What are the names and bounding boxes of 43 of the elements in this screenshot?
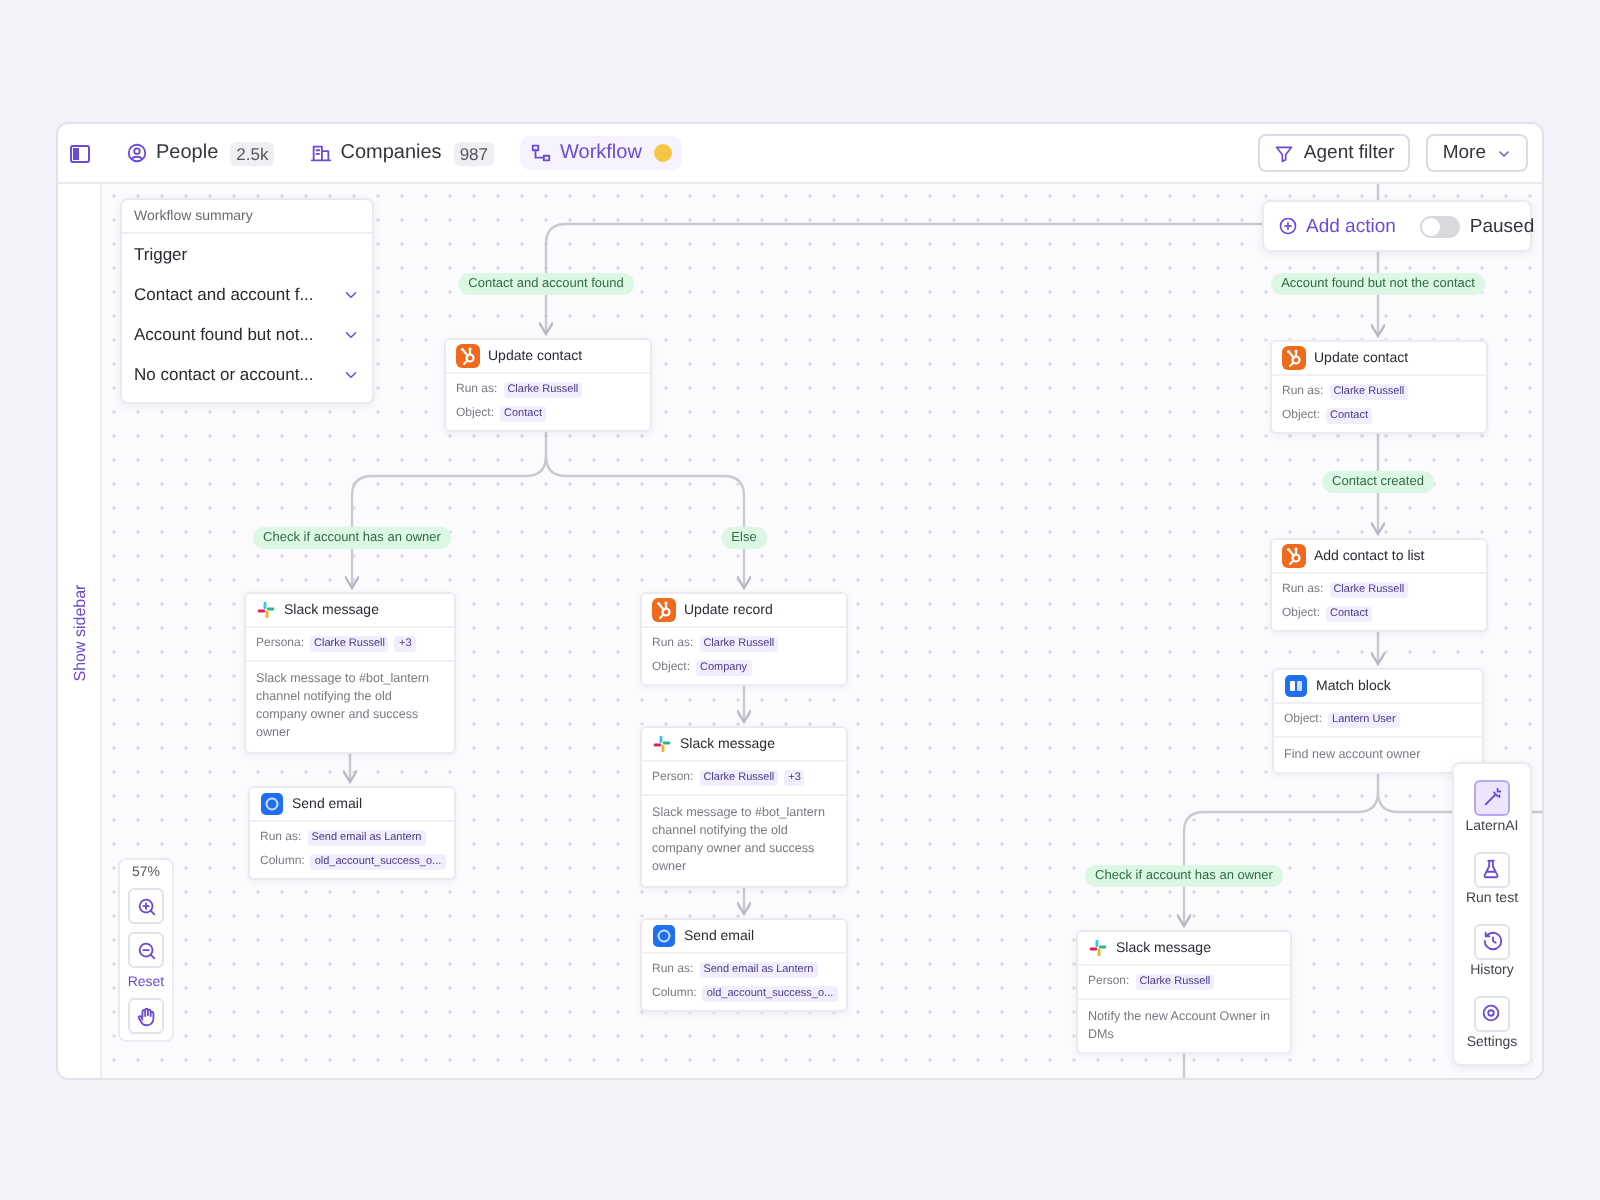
email-icon [652, 924, 676, 948]
nav-tab[interactable]: Companies 987 [300, 135, 504, 171]
hand-icon [135, 1005, 157, 1027]
workflow-icon [530, 142, 552, 164]
hubspot-icon [456, 344, 480, 368]
zoom-out-button[interactable] [128, 932, 164, 968]
summary-item[interactable]: Contact and account f... [122, 274, 372, 314]
flask-icon [1480, 858, 1503, 880]
plus-circle-icon [1278, 216, 1298, 236]
zoom-in-button[interactable] [128, 888, 164, 924]
email-icon [260, 792, 284, 816]
magic-wand-icon [1481, 786, 1503, 808]
more-button[interactable]: More [1426, 134, 1528, 172]
toggle-switch[interactable] [1419, 215, 1460, 237]
person-icon [126, 142, 148, 164]
summary-item[interactable]: No contact or account... [122, 354, 372, 394]
slack-icon [652, 734, 672, 754]
summary-item[interactable]: Account found but not... [122, 314, 372, 354]
summary-item[interactable]: Trigger [122, 234, 372, 274]
agent-filter-button[interactable]: Agent filter [1257, 134, 1411, 172]
count-badge: 2.5k [230, 141, 275, 165]
toggle-label: Paused [1469, 215, 1535, 237]
sidebar-toggle-icon [68, 141, 92, 165]
zoom-out-icon [135, 939, 157, 961]
hubspot-icon [652, 598, 676, 622]
history-icon [1481, 930, 1503, 952]
match-block-icon [1284, 674, 1308, 698]
hubspot-icon [1282, 346, 1306, 370]
add-action-button[interactable]: Add action [1274, 215, 1400, 237]
settings-icon [1480, 1002, 1503, 1024]
connector-line [735, 682, 753, 724]
hubspot-icon [1282, 544, 1306, 568]
building-icon [310, 142, 333, 164]
show-sidebar-link[interactable]: Show sidebar [71, 569, 89, 697]
pan-button[interactable] [128, 998, 164, 1034]
nav-tab[interactable]: People 2.5k [116, 135, 285, 171]
nav-tab[interactable]: Workflow [520, 136, 682, 170]
filter-icon [1273, 143, 1294, 163]
slack-icon [1088, 938, 1108, 958]
tool-button[interactable] [1474, 779, 1510, 815]
slack-icon [256, 600, 276, 620]
count-badge: 987 [453, 141, 494, 165]
zoom-in-icon [135, 895, 157, 917]
